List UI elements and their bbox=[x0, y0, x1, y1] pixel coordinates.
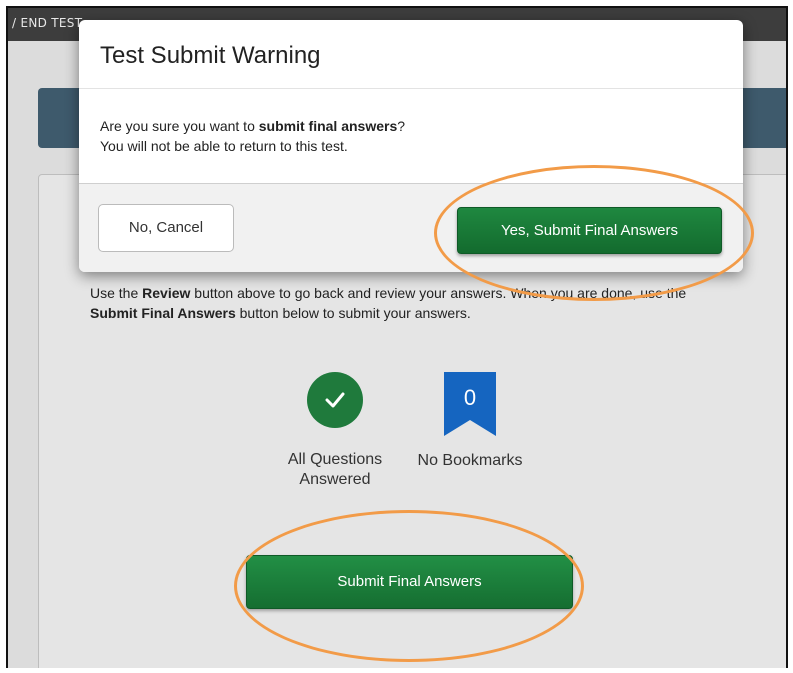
bookmarks-status: 0 No Bookmarks bbox=[405, 372, 535, 471]
dialog-title: Test Submit Warning bbox=[100, 42, 321, 69]
dialog-line1-bold: submit final answers bbox=[258, 118, 398, 134]
instructions-submit-word: Submit Final Answers bbox=[90, 305, 236, 321]
submit-final-answers-button[interactable]: Submit Final Answers bbox=[246, 555, 573, 609]
dialog-line1-prefix: Are you sure you want to bbox=[100, 118, 259, 134]
instructions-part3: button below to submit your answers. bbox=[235, 305, 471, 321]
checkmark-icon bbox=[307, 372, 363, 428]
instructions-review-word: Review bbox=[142, 285, 191, 301]
breadcrumb: / END TEST bbox=[12, 16, 83, 30]
answered-status: All Questions Answered bbox=[270, 372, 400, 490]
confirm-submit-button[interactable]: Yes, Submit Final Answers bbox=[457, 207, 722, 254]
cancel-button[interactable]: No, Cancel bbox=[98, 204, 234, 252]
bookmarks-label: No Bookmarks bbox=[417, 452, 523, 469]
dialog-line2: You will not be able to return to this t… bbox=[100, 138, 348, 154]
test-status-row: All Questions Answered 0 No Bookmarks bbox=[270, 372, 600, 492]
instructions-part2: button above to go back and review your … bbox=[190, 285, 687, 301]
submit-warning-dialog: Test Submit Warning Are you sure you wan… bbox=[79, 20, 743, 272]
dialog-line1-suffix: ? bbox=[397, 118, 406, 134]
dialog-message: Are you sure you want to submit final an… bbox=[100, 116, 405, 156]
instructions-text: Use the Review button above to go back a… bbox=[90, 283, 730, 323]
dialog-divider bbox=[79, 88, 743, 89]
answered-label: All Questions Answered bbox=[287, 451, 383, 488]
bookmark-count: 0 bbox=[463, 385, 477, 410]
bookmark-icon: 0 bbox=[444, 372, 496, 436]
instructions-part1: Use the bbox=[90, 285, 143, 301]
